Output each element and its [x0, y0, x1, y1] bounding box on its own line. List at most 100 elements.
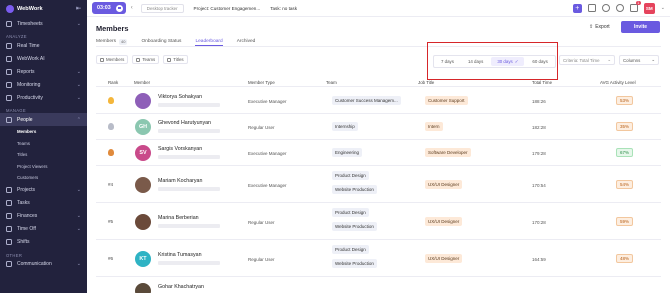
tab-archived[interactable]: Archived — [237, 37, 256, 46]
sidebar-item-label: Productivity — [17, 94, 43, 101]
member-email-redacted — [158, 129, 220, 133]
rank-value: #4 — [108, 182, 114, 187]
member-name[interactable]: Viktorya Sohakyan — [158, 94, 202, 100]
silver-medal-icon — [108, 123, 114, 130]
tab-members[interactable]: Members 40 — [96, 37, 128, 46]
avg-activity-badge: 54% — [616, 180, 633, 189]
header-job-title[interactable]: Job Title — [418, 80, 434, 85]
header-member-type[interactable]: Member Type — [248, 80, 275, 85]
range-60-days[interactable]: 60 days — [526, 57, 553, 66]
rank-value: #5 — [108, 219, 114, 224]
sidebar-item-monitoring[interactable]: Monitoring ⌄ — [0, 78, 87, 91]
chevron-down-icon[interactable]: ⌄ — [661, 5, 665, 11]
sidebar-item-time-off[interactable]: Time Off ⌄ — [0, 223, 87, 236]
download-icon[interactable] — [587, 4, 596, 12]
team-pill: Product Design — [332, 245, 369, 254]
table-row[interactable]: SV Sargis Vorskanyan Executive Manager E… — [96, 140, 661, 166]
sidebar-item-label: Shifts — [17, 239, 30, 245]
chevron-down-icon: ⌄ — [76, 261, 81, 267]
sidebar-item-tasks[interactable]: Tasks — [0, 197, 87, 210]
sidebar-item-label: WebWork AI — [17, 55, 45, 62]
chat-icon — [6, 261, 12, 267]
header-avg-activity[interactable]: AVG Activity Level — [600, 80, 636, 85]
range-14-days[interactable]: 14 days — [462, 57, 489, 66]
topbar: 03:03 ‹ Desktop tracker Project: Custome… — [87, 0, 670, 17]
date-range-picker: 7 days 14 days 30 days ✓ 60 days — [433, 55, 556, 68]
header-member[interactable]: Member — [134, 80, 150, 85]
bell-icon[interactable]: 1 — [629, 1, 641, 12]
add-icon[interactable]: + — [572, 3, 582, 13]
member-name[interactable]: Sargis Vorskanyan — [158, 146, 202, 152]
table-row[interactable]: #6 KT Kristina Tumasyan Regular User Pro… — [96, 240, 661, 277]
team-pill: Website Production — [332, 259, 377, 268]
user-avatar[interactable]: SM — [643, 2, 655, 14]
brand[interactable]: WebWork ⇤ — [0, 0, 87, 17]
collapse-sidebar-icon[interactable]: ⇤ — [76, 5, 81, 12]
table-row[interactable]: GH Ghevond Harutyunyan Regular User Inte… — [96, 114, 661, 140]
sidebar-item-label: Time Off — [17, 226, 36, 232]
member-name[interactable]: Mariam Kocharyan — [158, 178, 202, 184]
sidebar-item-people[interactable]: People ⌃ — [0, 113, 87, 126]
sidebar-item-shifts[interactable]: Shifts — [0, 236, 87, 249]
filter-members[interactable]: Members — [96, 55, 129, 64]
member-name[interactable]: Kristina Tumasyan — [158, 252, 202, 258]
ai-icon — [6, 55, 12, 62]
member-type: Regular User — [248, 257, 275, 262]
sidebar-item-timesheets[interactable]: Timesheets ⌄ — [0, 17, 87, 30]
search-icon[interactable] — [601, 4, 610, 12]
sidebar-item-label: Monitoring — [17, 81, 41, 88]
member-email-redacted — [158, 155, 220, 159]
member-name[interactable]: Marina Berberian — [158, 215, 199, 221]
sidebar-subitem-customers[interactable]: Customers — [0, 172, 87, 184]
member-name[interactable]: Gohar Khachatryan — [158, 284, 204, 290]
table-row[interactable]: Gohar Khachatryan — [96, 277, 661, 293]
sidebar-subitem-titles[interactable]: Titles — [0, 149, 87, 161]
current-project[interactable]: Project: Customer Engagemen... — [194, 6, 261, 11]
criteria-value: Criteria: Total Time — [563, 57, 600, 63]
chevron-down-icon: ⌄ — [76, 94, 81, 101]
sidebar-item-label: Real Time — [17, 42, 40, 49]
member-type: Executive Manager — [248, 99, 287, 104]
range-30-days[interactable]: 30 days ✓ — [491, 57, 525, 66]
export-button[interactable]: ⇪ Export — [589, 24, 610, 30]
range-7-days[interactable]: 7 days — [435, 57, 460, 66]
avatar: GH — [135, 119, 151, 135]
member-type: Regular User — [248, 125, 275, 130]
sidebar-item-webwork-ai[interactable]: WebWork AI — [0, 52, 87, 65]
desktop-tracker-chip[interactable]: Desktop tracker — [140, 3, 184, 13]
sidebar-item-real-time[interactable]: Real Time — [0, 39, 87, 52]
header-total-time[interactable]: Total Time — [532, 80, 552, 85]
criteria-select[interactable]: Criteria: Total Time ⌄ — [559, 55, 615, 65]
sidebar-subitem-project-viewers[interactable]: Project Viewers — [0, 161, 87, 173]
table-row[interactable]: Viktorya Sohakyan Executive Manager Cust… — [96, 88, 661, 114]
filter-titles[interactable]: Titles — [163, 55, 188, 64]
sidebar-subitem-teams[interactable]: Teams — [0, 138, 87, 150]
invite-button[interactable]: Invite — [621, 21, 660, 33]
tab-onboarding-status[interactable]: Onboarding Status — [141, 37, 181, 46]
sidebar-subitem-members[interactable]: Members — [0, 126, 87, 138]
sidebar-item-communication[interactable]: Communication ⌄ — [0, 258, 87, 271]
columns-button[interactable]: Columns ⌄ — [619, 55, 659, 65]
member-name[interactable]: Ghevond Harutyunyan — [158, 120, 211, 126]
sidebar-item-finances[interactable]: Finances ⌄ — [0, 210, 87, 223]
stop-timer-icon[interactable] — [115, 4, 123, 12]
sidebar-item-reports[interactable]: Reports ⌄ — [0, 65, 87, 78]
timer-widget[interactable]: 03:03 — [92, 2, 126, 14]
sidebar-item-projects[interactable]: Projects ⌄ — [0, 184, 87, 197]
shifts-icon — [6, 239, 12, 245]
folder-icon — [6, 187, 12, 193]
sidebar-item-label: Reports — [17, 68, 35, 75]
table-row[interactable]: #5 Marina Berberian Regular User Product… — [96, 203, 661, 240]
export-label: Export — [595, 24, 610, 30]
filter-teams[interactable]: Teams — [132, 55, 160, 64]
header-rank[interactable]: Rank — [108, 80, 118, 85]
sidebar-item-productivity[interactable]: Productivity ⌄ — [0, 91, 87, 104]
back-arrow-icon[interactable]: ‹ — [131, 5, 133, 11]
bronze-medal-icon — [108, 149, 114, 156]
table-row[interactable]: #4 Mariam Kocharyan Executive Manager Pr… — [96, 166, 661, 203]
current-task[interactable]: Task: no task — [270, 6, 297, 11]
chevron-down-icon: ⌄ — [651, 57, 655, 62]
tab-leaderboard[interactable]: Leaderboard — [195, 37, 223, 46]
header-team[interactable]: Team — [326, 80, 337, 85]
settings-icon[interactable] — [615, 4, 624, 12]
